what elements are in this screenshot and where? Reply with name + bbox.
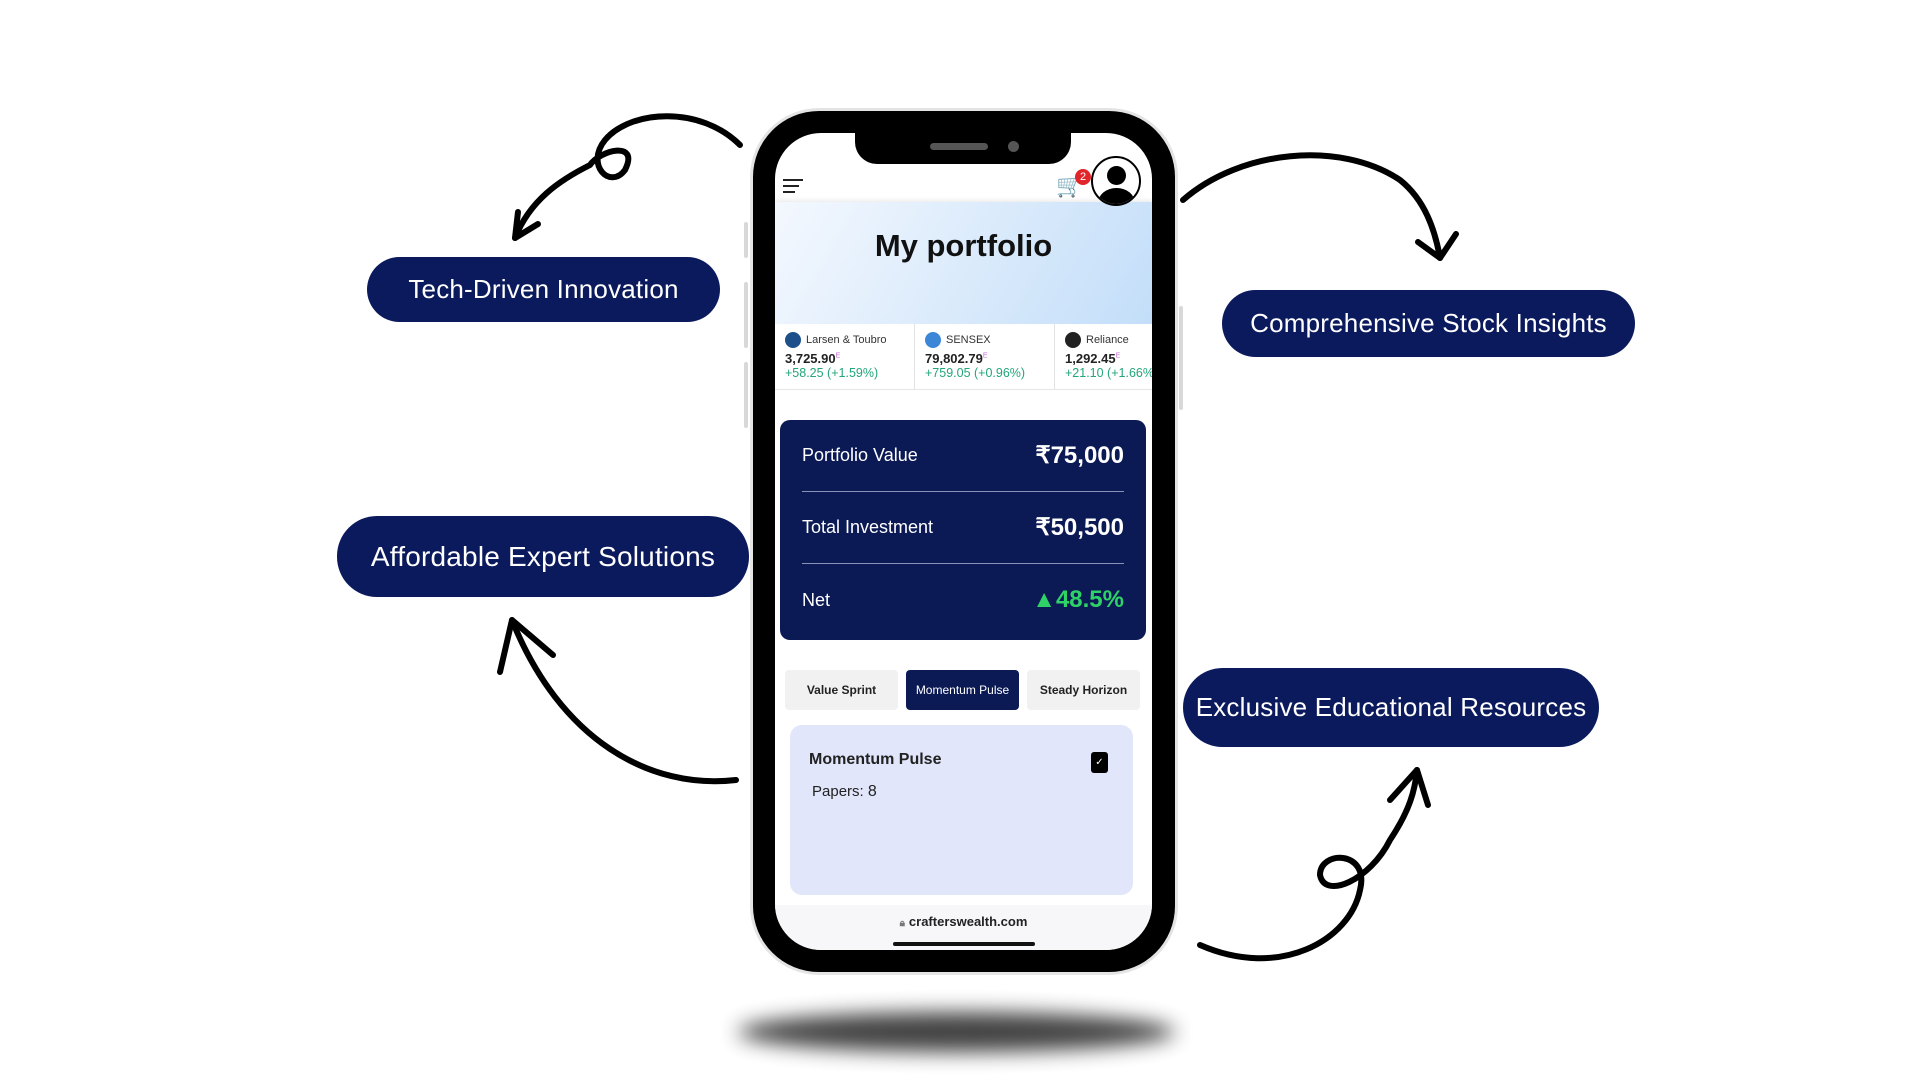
arrow-to-educational bbox=[1197, 767, 1420, 962]
phone-notch bbox=[855, 133, 1071, 164]
ticker-item[interactable]: Reliance 1,292.45E +21.10 (+1.66%) bbox=[1055, 324, 1152, 389]
hamburger-icon[interactable] bbox=[783, 175, 803, 197]
feature-affordable-expert-solutions: Affordable Expert Solutions bbox=[337, 516, 749, 597]
page-title: My portfolio bbox=[874, 228, 1053, 263]
ticker-flag: E bbox=[1115, 352, 1121, 360]
plan-tabs: Value Sprint Momentum Pulse Steady Horiz… bbox=[785, 670, 1140, 710]
phone-shadow bbox=[738, 1012, 1175, 1052]
phone-side-button bbox=[744, 222, 748, 258]
portfolio-summary-card: Portfolio Value ₹75,000 Total Investment ₹… bbox=[780, 420, 1146, 640]
plan-card: Momentum Pulse ✓ Papers: 8 bbox=[790, 725, 1133, 895]
papers-value: 8 bbox=[867, 783, 877, 800]
tab-value-sprint[interactable]: Value Sprint bbox=[785, 670, 898, 710]
net-return-value: ▲48.5% bbox=[1032, 586, 1124, 613]
summary-row-total-investment: Total Investment ₹50,500 bbox=[802, 492, 1124, 564]
arrow-to-tech bbox=[512, 113, 743, 241]
summary-value: ₹75,000 bbox=[1035, 442, 1124, 469]
summary-row-portfolio-value: Portfolio Value ₹75,000 bbox=[802, 420, 1124, 492]
lock-icon: 🔒︎ bbox=[899, 918, 905, 929]
phone-side-button bbox=[744, 282, 748, 348]
tab-momentum-pulse[interactable]: Momentum Pulse bbox=[906, 670, 1019, 710]
ticker-name: SENSEX bbox=[946, 334, 991, 346]
arrow-to-insights bbox=[1180, 152, 1443, 261]
phone-screen: My portfolio 🛒 2 Larsen & Toubro 3,725.9… bbox=[775, 133, 1152, 950]
portfolio-banner: My portfolio bbox=[775, 202, 1152, 324]
ticker-item[interactable]: Larsen & Toubro 3,725.90E +58.25 (+1.59%… bbox=[775, 324, 915, 389]
ticker-price: 3,725.90 bbox=[785, 351, 836, 366]
summary-label: Total Investment bbox=[802, 517, 934, 537]
ticker-name: Larsen & Toubro bbox=[806, 334, 887, 346]
ticker-flag: E bbox=[982, 352, 988, 360]
bse-logo-icon bbox=[925, 332, 941, 348]
url-text: crafterswealth.com bbox=[908, 914, 1028, 929]
phone-side-button bbox=[1179, 306, 1183, 410]
cart-badge: 2 bbox=[1075, 169, 1091, 185]
user-avatar-icon[interactable] bbox=[1091, 156, 1141, 206]
stock-ticker: Larsen & Toubro 3,725.90E +58.25 (+1.59%… bbox=[775, 324, 1152, 390]
summary-label: Net bbox=[802, 589, 831, 610]
feature-comprehensive-stock-insights: Comprehensive Stock Insights bbox=[1222, 290, 1635, 357]
summary-value: ₹50,500 bbox=[1035, 514, 1124, 541]
home-indicator[interactable] bbox=[893, 942, 1035, 946]
ticker-name: Reliance bbox=[1086, 334, 1129, 346]
summary-row-net: Net ▲48.5% bbox=[802, 564, 1124, 636]
phone-mockup: My portfolio 🛒 2 Larsen & Toubro 3,725.9… bbox=[753, 111, 1175, 972]
reliance-logo-icon bbox=[1065, 332, 1081, 348]
papers-label: Papers: bbox=[812, 783, 864, 800]
ticker-change: +759.05 (+0.96%) bbox=[925, 366, 1026, 380]
plan-title: Momentum Pulse bbox=[809, 751, 942, 768]
ticker-change: +58.25 (+1.59%) bbox=[785, 366, 879, 380]
ticker-item[interactable]: SENSEX 79,802.79E +759.05 (+0.96%) bbox=[915, 324, 1055, 389]
checkbox-checked-icon[interactable]: ✓ bbox=[1091, 752, 1108, 773]
ticker-price: 79,802.79 bbox=[925, 351, 983, 366]
arrow-to-affordable bbox=[509, 617, 739, 785]
feature-tech-driven-innovation: Tech-Driven Innovation bbox=[367, 257, 720, 322]
ticker-flag: E bbox=[835, 352, 841, 360]
lt-logo-icon bbox=[785, 332, 801, 348]
feature-exclusive-educational-resources: Exclusive Educational Resources bbox=[1183, 668, 1599, 747]
phone-side-button bbox=[744, 362, 748, 428]
ticker-change: +21.10 (+1.66%) bbox=[1065, 366, 1152, 380]
summary-label: Portfolio Value bbox=[802, 445, 918, 465]
ticker-price: 1,292.45 bbox=[1065, 351, 1116, 366]
tab-steady-horizon[interactable]: Steady Horizon bbox=[1027, 670, 1140, 710]
